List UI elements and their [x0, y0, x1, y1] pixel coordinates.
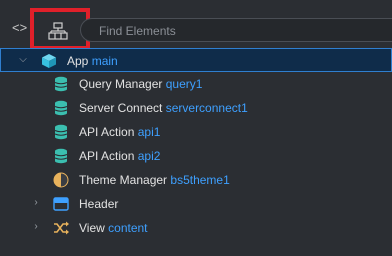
database-icon: [54, 124, 68, 140]
chevron-right-icon[interactable]: ›: [30, 220, 42, 234]
structure-tree-icon: [48, 22, 68, 40]
database-icon: [54, 76, 68, 92]
tree-item-query-manager[interactable]: Query Manager query1: [0, 72, 392, 96]
toolbar: <>: [0, 0, 392, 50]
search-box: [80, 18, 392, 42]
chevron-right-icon[interactable]: ›: [30, 196, 42, 210]
app-cube-icon: [42, 54, 56, 68]
tree-item-id: content: [108, 221, 148, 235]
database-icon: [54, 100, 68, 116]
tree-item-name: Theme Manager: [79, 173, 168, 187]
code-brackets-icon[interactable]: <>: [12, 20, 32, 36]
shuffle-icon: [54, 221, 69, 235]
tree-item-id: api2: [137, 149, 161, 163]
tree-item-api-action-1[interactable]: API Action api1: [0, 120, 392, 144]
tree-item-header[interactable]: › Header: [0, 192, 392, 216]
tree-item-app[interactable]: ⌵ App main: [0, 48, 392, 72]
tree-item-name: Query Manager: [79, 77, 163, 91]
tree-item-name: Server Connect: [79, 101, 163, 115]
tree-item-name: App: [67, 54, 89, 68]
database-icon: [54, 148, 68, 164]
find-elements-input[interactable]: [97, 22, 381, 40]
tree-item-theme-manager[interactable]: Theme Manager bs5theme1: [0, 168, 392, 192]
tree-item-id: main: [91, 54, 118, 68]
theme-half-circle-icon: [53, 172, 69, 188]
tree-item-api-action-2[interactable]: API Action api2: [0, 144, 392, 168]
header-panel-icon: [53, 197, 69, 211]
tree-item-server-connect[interactable]: Server Connect serverconnect1: [0, 96, 392, 120]
tree-item-name: API Action: [79, 149, 135, 163]
tree-item-id: api1: [137, 125, 161, 139]
tree-item-id: query1: [165, 77, 203, 91]
tree-item-view[interactable]: › View content: [0, 216, 392, 240]
tree-item-name: API Action: [79, 125, 135, 139]
tree-item-id: bs5theme1: [170, 173, 230, 187]
tree-item-id: serverconnect1: [165, 101, 248, 115]
tree-item-name: View: [79, 221, 105, 235]
tree-item-name: Header: [79, 197, 119, 211]
chevron-down-icon[interactable]: ⌵: [17, 53, 29, 67]
